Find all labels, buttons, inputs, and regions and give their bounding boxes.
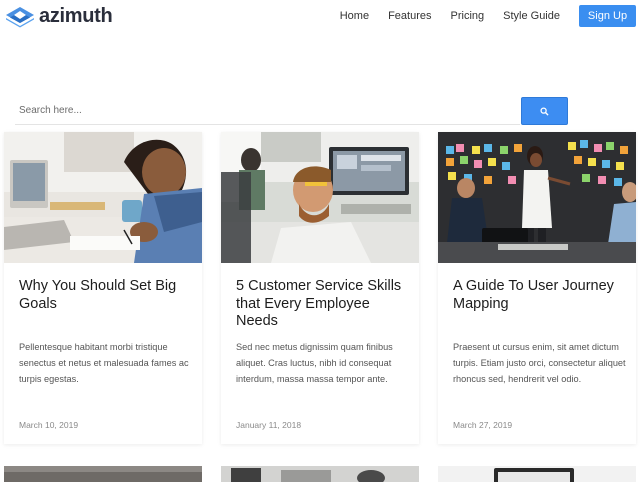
card-date: March 27, 2019: [453, 420, 513, 430]
card-title[interactable]: Why You Should Set Big Goals: [19, 278, 194, 313]
main-nav: Home Features Pricing Style Guide Sign U…: [340, 5, 636, 27]
search-icon: [540, 106, 549, 116]
search-button[interactable]: [521, 97, 568, 125]
site-header: azimuth Home Features Pricing Style Guid…: [0, 0, 640, 34]
card-title[interactable]: 5 Customer Service Skills that Every Emp…: [236, 278, 411, 331]
blog-card-image-partial[interactable]: [221, 466, 419, 482]
card-image-man-writing[interactable]: [4, 132, 202, 263]
card-excerpt: Pellentesque habitant morbi tristique se…: [19, 342, 189, 384]
blog-card[interactable]: Why You Should Set Big Goals Pellentesqu…: [4, 132, 202, 444]
blog-card-image-partial[interactable]: [438, 466, 636, 482]
card-excerpt: Praesent ut cursus enim, sit amet dictum…: [453, 342, 626, 384]
brand-name: azimuth: [39, 5, 113, 27]
nav-features[interactable]: Features: [388, 5, 431, 27]
search-bar: [15, 97, 568, 125]
nav-pricing[interactable]: Pricing: [451, 5, 485, 27]
card-image-sticky-note-meeting[interactable]: [438, 132, 636, 263]
blog-card[interactable]: 5 Customer Service Skills that Every Emp…: [221, 132, 419, 444]
signup-button[interactable]: Sign Up: [579, 5, 636, 27]
card-title[interactable]: A Guide To User Journey Mapping: [453, 278, 628, 313]
card-date: January 11, 2018: [236, 420, 302, 430]
blog-card[interactable]: A Guide To User Journey Mapping Praesent…: [438, 132, 636, 444]
azimuth-logo-icon: [6, 6, 34, 27]
card-date: March 10, 2019: [19, 420, 79, 430]
blog-card-image-partial[interactable]: [4, 466, 202, 482]
logo[interactable]: azimuth: [5, 5, 113, 28]
nav-home[interactable]: Home: [340, 5, 369, 27]
search-input[interactable]: [15, 97, 520, 125]
nav-style-guide[interactable]: Style Guide: [503, 5, 560, 27]
card-excerpt: Sed nec metus dignissim quam finibus ali…: [236, 342, 393, 384]
card-image-smiling-man-office[interactable]: [221, 132, 419, 263]
